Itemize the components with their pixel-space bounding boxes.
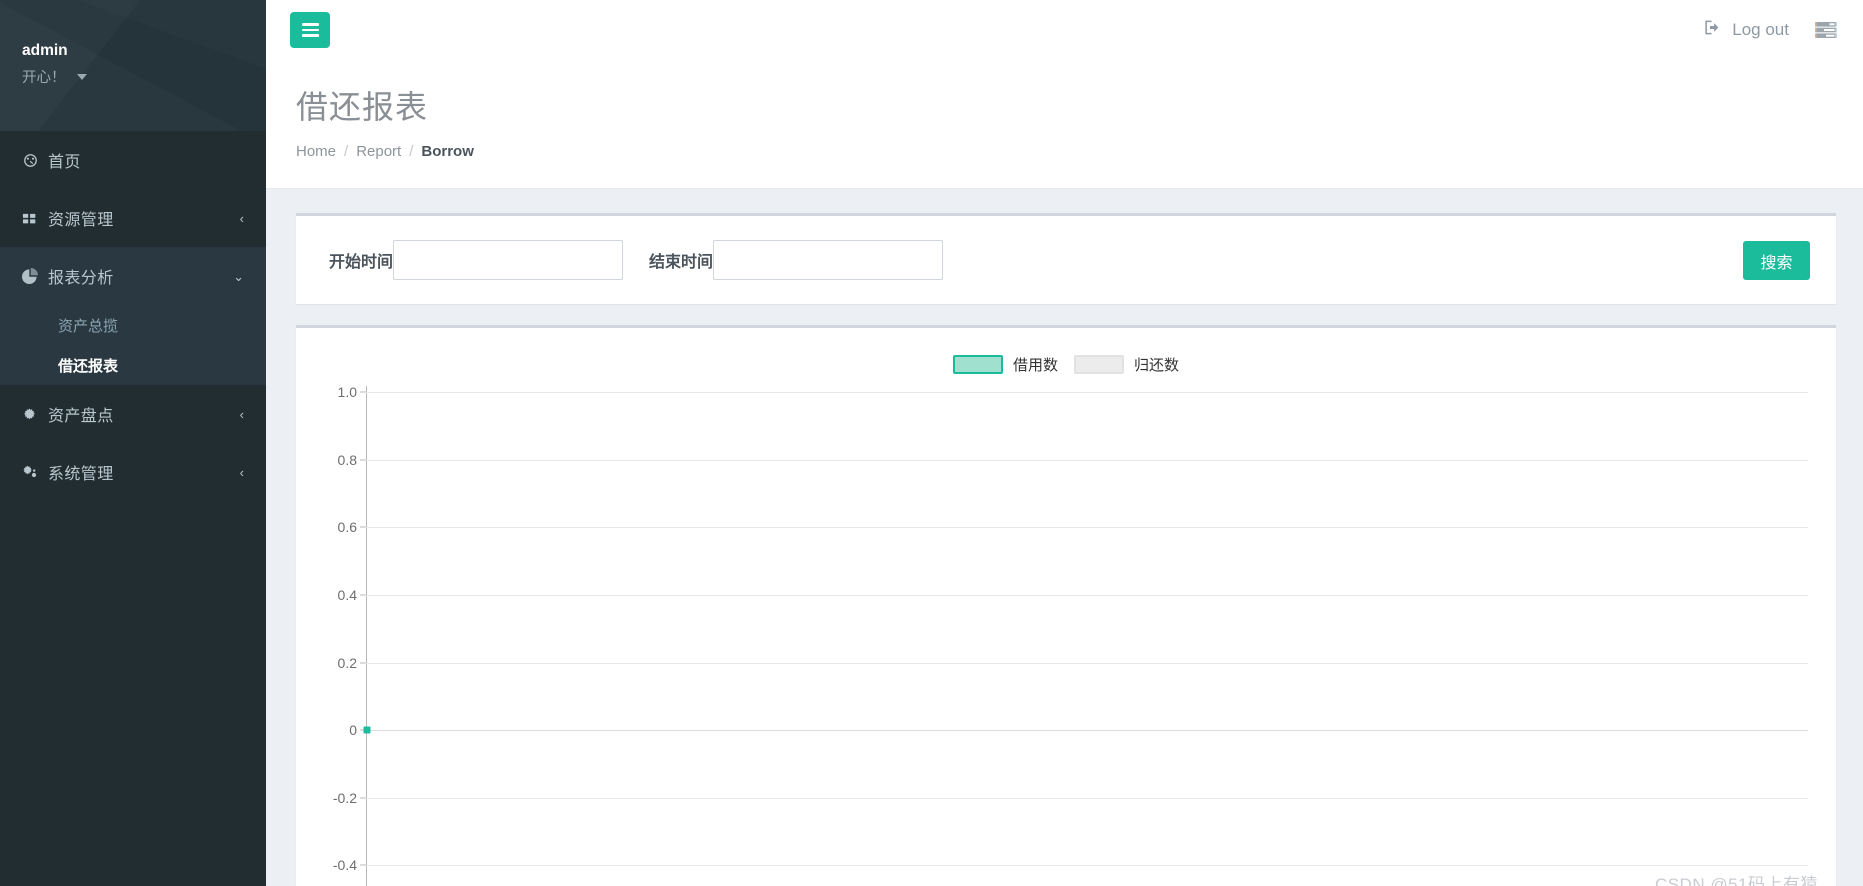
end-time-label: 结束时间 bbox=[649, 254, 714, 271]
chart-gridline bbox=[366, 459, 1808, 461]
sidebar-menu: 首页 资源管理 ‹ 报表分析 ⌄ 资产总揽 借还报表 资产盘点 ‹ 系统管理 ‹ bbox=[0, 131, 266, 501]
chart-y-tick-mark bbox=[360, 662, 366, 663]
chart-y-tick-label: 0 bbox=[349, 722, 357, 739]
sidebar-item-label: 资源管理 bbox=[48, 212, 114, 229]
legend-swatch-return bbox=[1074, 355, 1124, 374]
start-time-input[interactable] bbox=[393, 240, 624, 280]
sidebar-user-status-text: 开心！ bbox=[22, 70, 66, 87]
page-title: 借还报表 bbox=[296, 89, 429, 125]
breadcrumb: Home / Report / Borrow bbox=[296, 143, 1863, 160]
legend-swatch-borrow bbox=[952, 355, 1003, 374]
chart-legend: 借用数 归还数 bbox=[296, 354, 1836, 375]
chart-y-tick-mark bbox=[360, 459, 366, 461]
sidebar-subitem-label: 资产总揽 bbox=[58, 317, 119, 335]
chevron-left-icon: ‹ bbox=[239, 464, 244, 480]
start-time-field-group: 开始时间 bbox=[329, 240, 624, 280]
chart-y-tick-label: -0.4 bbox=[332, 857, 357, 874]
chart-gridline bbox=[366, 662, 1808, 664]
breadcrumb-item-home[interactable]: Home bbox=[296, 143, 336, 160]
chart-y-tick-label: 1.0 bbox=[337, 384, 357, 400]
legend-item-borrow[interactable]: 借用数 bbox=[952, 354, 1058, 375]
sidebar-item-resource-management[interactable]: 资源管理 ‹ bbox=[0, 189, 266, 247]
sidebar-item-label: 资产盘点 bbox=[48, 408, 114, 425]
gear-sun-icon bbox=[22, 407, 48, 422]
sign-out-icon bbox=[1703, 18, 1722, 42]
chart-y-axis-line bbox=[366, 386, 367, 886]
start-time-label: 开始时间 bbox=[329, 254, 394, 271]
watermark: CSDN @51码上有猿 bbox=[1654, 875, 1818, 886]
topbar-right-actions: Log out bbox=[1703, 0, 1837, 60]
chart-y-tick-mark bbox=[360, 594, 366, 596]
sidebar-submenu-report-analysis: 资产总揽 借还报表 bbox=[0, 305, 266, 385]
legend-label-borrow: 借用数 bbox=[1012, 357, 1058, 374]
chart-y-tick-label: -0.2 bbox=[332, 789, 357, 806]
chevron-left-icon: ‹ bbox=[239, 210, 244, 226]
breadcrumb-separator: / bbox=[344, 143, 349, 161]
chart-plot-area: 1.00.80.60.40.20-0.2-0.4-0.6 bbox=[333, 384, 1808, 886]
sidebar: admin 开心！ 首页 资源管理 ‹ 报表分析 ⌄ 资产总揽 借还报表 资产盘… bbox=[0, 0, 266, 886]
logout-button[interactable]: Log out bbox=[1703, 18, 1789, 42]
main-content: 开始时间 结束时间 搜索 借用数 归还数 1.0 0.8 0.6 0.4 0.2… bbox=[266, 189, 1863, 886]
legend-item-return[interactable]: 归还数 bbox=[1074, 354, 1179, 375]
end-time-field-group: 结束时间 bbox=[649, 240, 944, 280]
sidebar-username: admin bbox=[22, 42, 68, 59]
sidebar-item-system-management[interactable]: 系统管理 ‹ bbox=[0, 443, 266, 501]
sidebar-user-status[interactable]: 开心！ bbox=[22, 66, 266, 87]
sidebar-user-panel[interactable]: admin 开心！ bbox=[0, 0, 266, 131]
chart-gridline bbox=[366, 865, 1808, 867]
legend-label-return: 归还数 bbox=[1134, 357, 1180, 374]
chevron-left-icon: ‹ bbox=[239, 406, 244, 422]
server-stack-icon[interactable] bbox=[1815, 20, 1837, 40]
chart-y-tick-label: 0.6 bbox=[337, 519, 357, 536]
pie-chart-icon bbox=[22, 268, 48, 284]
chart-y-tick-label: 0.2 bbox=[337, 654, 357, 671]
chevron-down-icon bbox=[76, 73, 87, 80]
chart-origin-marker bbox=[363, 726, 371, 734]
chart-gridline bbox=[366, 527, 1808, 529]
breadcrumb-item-borrow: Borrow bbox=[421, 143, 474, 161]
sidebar-subitem-label: 借还报表 bbox=[58, 357, 119, 375]
grid-icon bbox=[22, 211, 48, 226]
sidebar-item-asset-inventory[interactable]: 资产盘点 ‹ bbox=[0, 385, 266, 443]
chart-y-tick-mark bbox=[360, 797, 366, 799]
sidebar-toggle-button[interactable] bbox=[290, 12, 330, 48]
chevron-down-icon: ⌄ bbox=[233, 268, 244, 284]
sidebar-item-report-analysis[interactable]: 报表分析 ⌄ bbox=[0, 247, 266, 305]
chart-gridline bbox=[366, 797, 1808, 799]
search-button[interactable]: 搜索 bbox=[1743, 241, 1810, 280]
end-time-input[interactable] bbox=[713, 240, 944, 280]
sidebar-subitem-borrow-report[interactable]: 借还报表 bbox=[0, 345, 266, 385]
search-filter-card: 开始时间 结束时间 搜索 bbox=[296, 213, 1836, 304]
chart-y-tick-mark bbox=[360, 864, 366, 866]
breadcrumb-item-report[interactable]: Report bbox=[356, 143, 401, 160]
top-navigation-bar: Log out bbox=[266, 0, 1863, 60]
chart-gridline bbox=[366, 392, 1808, 393]
borrow-return-chart-card: 借用数 归还数 1.00.80.60.40.20-0.2-0.4-0.6 CSD… bbox=[296, 325, 1836, 886]
chart-y-tick-label: 0.4 bbox=[337, 586, 357, 603]
sidebar-item-label: 报表分析 bbox=[48, 270, 114, 287]
chart-y-tick-mark bbox=[360, 526, 366, 528]
chart-gridline bbox=[366, 594, 1808, 596]
borrow-report-filter-form: 开始时间 结束时间 bbox=[296, 216, 1836, 304]
dashboard-icon bbox=[22, 152, 48, 169]
sidebar-subitem-asset-overview[interactable]: 资产总揽 bbox=[0, 305, 266, 345]
sidebar-item-label: 首页 bbox=[48, 154, 81, 171]
sidebar-item-home[interactable]: 首页 bbox=[0, 131, 266, 189]
chart-y-tick-label: 0.8 bbox=[337, 451, 357, 468]
breadcrumb-separator: / bbox=[409, 143, 414, 161]
sidebar-item-label: 系统管理 bbox=[48, 466, 114, 483]
cogs-icon bbox=[22, 464, 48, 480]
chart-y-tick-mark bbox=[360, 391, 366, 393]
logout-label: Log out bbox=[1732, 20, 1789, 39]
chart-gridline bbox=[366, 730, 1808, 732]
hamburger-icon bbox=[301, 20, 319, 39]
content-header: 借还报表 Home / Report / Borrow bbox=[266, 60, 1863, 189]
